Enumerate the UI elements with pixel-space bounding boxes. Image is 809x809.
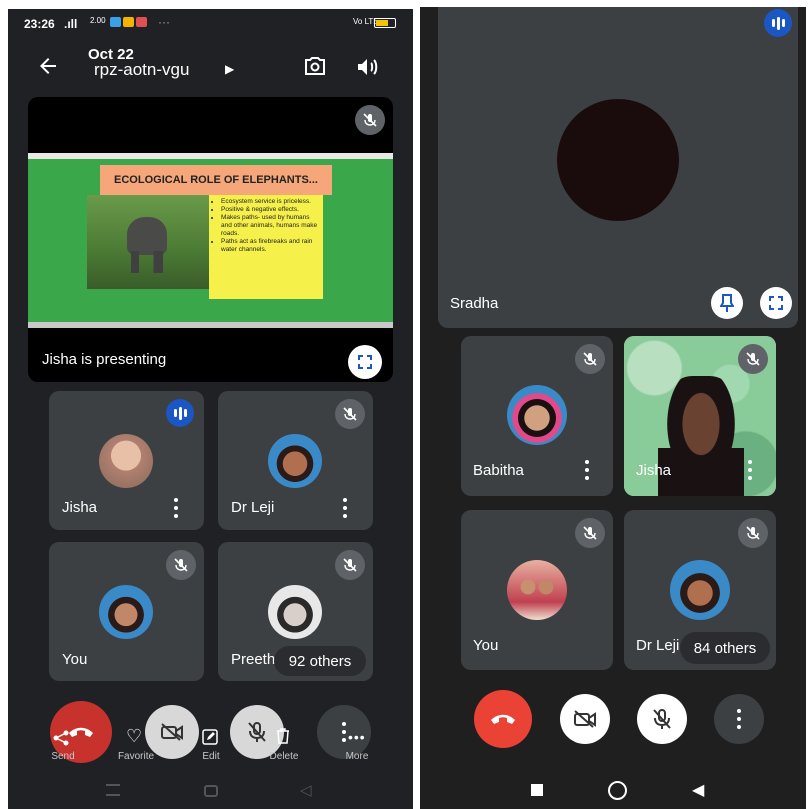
switch-camera-icon[interactable] bbox=[302, 54, 328, 78]
edit-icon[interactable] bbox=[202, 729, 218, 750]
pin-icon[interactable] bbox=[711, 287, 743, 319]
mic-off-icon bbox=[335, 399, 365, 429]
participant-name: Dr Leji bbox=[231, 499, 275, 516]
participant-tile-sradha[interactable]: Sradha bbox=[438, 7, 798, 328]
slide-browser-bar bbox=[28, 153, 393, 159]
avatar bbox=[99, 585, 153, 639]
fullscreen-icon[interactable] bbox=[760, 287, 792, 319]
delete-icon[interactable] bbox=[276, 728, 290, 749]
slide-taskbar bbox=[28, 322, 393, 328]
speaking-indicator-icon bbox=[166, 399, 194, 427]
others-count-chip[interactable]: 92 others bbox=[274, 646, 366, 676]
avatar bbox=[268, 434, 322, 488]
avatar bbox=[507, 385, 567, 445]
slide-bullets: Ecosystem service is priceless. Positive… bbox=[213, 198, 319, 254]
chevron-right-icon[interactable]: ▶ bbox=[225, 62, 234, 76]
more-options-icon[interactable] bbox=[745, 460, 755, 480]
participant-name: Jisha bbox=[636, 462, 672, 479]
more-options-icon[interactable] bbox=[582, 460, 592, 480]
favorite-label[interactable]: Favorite bbox=[112, 751, 160, 762]
left-phone-screen: 23:26 .ıll 2.00 ··· Vo LTE Oct 22 rpz-ao… bbox=[8, 9, 413, 809]
mic-off-icon bbox=[166, 550, 196, 580]
mic-off-icon bbox=[355, 105, 385, 135]
delete-label[interactable]: Delete bbox=[264, 751, 304, 762]
battery-icon bbox=[374, 18, 396, 28]
presentation-slide: ECOLOGICAL ROLE OF ELEPHANTS... Ecosyste… bbox=[28, 153, 393, 328]
slide-bullets-box: Ecosystem service is priceless. Positive… bbox=[209, 195, 323, 299]
notification-icons bbox=[110, 17, 147, 27]
participant-tile-dr-leji[interactable]: Dr Leji bbox=[218, 391, 373, 530]
mic-off-icon bbox=[335, 550, 365, 580]
bullet-2: Positive & negative effects. bbox=[221, 206, 319, 214]
participant-name: Sradha bbox=[450, 295, 499, 312]
bullet-4: Paths act as firebreaks and rain water c… bbox=[221, 238, 319, 254]
more-label[interactable]: More bbox=[340, 751, 374, 762]
status-bar: 23:26 .ıll 2.00 ··· Vo LTE bbox=[8, 9, 413, 35]
slide-title: ECOLOGICAL ROLE OF ELEPHANTS... bbox=[114, 174, 318, 186]
edit-label[interactable]: Edit bbox=[194, 751, 228, 762]
recents-nav-icon[interactable] bbox=[106, 784, 120, 796]
meeting-code[interactable]: rpz-aotn-vgu bbox=[94, 60, 189, 80]
elephant-legs bbox=[131, 251, 163, 273]
participant-tile-preeth[interactable]: Preeth 92 others bbox=[218, 542, 373, 681]
mic-off-button[interactable] bbox=[637, 694, 687, 744]
status-more-dots: ··· bbox=[158, 15, 170, 29]
home-nav-icon[interactable] bbox=[204, 785, 218, 797]
more-options-icon[interactable] bbox=[171, 498, 181, 518]
back-arrow-icon[interactable] bbox=[36, 54, 60, 78]
send-label[interactable]: Send bbox=[46, 751, 80, 762]
back-nav-icon[interactable]: ◁ bbox=[300, 781, 312, 799]
bullet-3: Makes paths- used by humans and other an… bbox=[221, 214, 319, 238]
avatar bbox=[670, 560, 730, 620]
more-options-button[interactable] bbox=[714, 694, 764, 744]
speaking-indicator-icon bbox=[764, 9, 792, 37]
mic-off-icon bbox=[738, 518, 768, 548]
avatar bbox=[507, 560, 567, 620]
participant-tile-you[interactable]: You bbox=[49, 542, 204, 681]
participant-tile-dr-leji[interactable]: Dr Leji 84 others bbox=[624, 510, 776, 670]
presentation-tile[interactable]: ECOLOGICAL ROLE OF ELEPHANTS... Ecosyste… bbox=[28, 97, 393, 382]
avatar bbox=[557, 99, 679, 221]
share-icon[interactable] bbox=[52, 729, 70, 752]
more-dots-icon bbox=[734, 709, 744, 729]
participant-name: Babitha bbox=[473, 462, 524, 479]
more-options-icon[interactable] bbox=[340, 498, 350, 518]
elephant-shape bbox=[127, 217, 167, 255]
mic-off-icon bbox=[575, 518, 605, 548]
slide-title-box: ECOLOGICAL ROLE OF ELEPHANTS... bbox=[100, 165, 332, 195]
others-count-chip[interactable]: 84 others bbox=[680, 632, 770, 664]
heart-icon[interactable]: ♡ bbox=[126, 726, 142, 747]
recents-nav-icon[interactable] bbox=[531, 784, 543, 796]
home-nav-icon[interactable] bbox=[608, 781, 627, 800]
bullet-1: Ecosystem service is priceless. bbox=[221, 198, 319, 206]
mic-off-icon bbox=[575, 344, 605, 374]
back-nav-icon[interactable]: ◀ bbox=[692, 780, 704, 800]
participant-tile-jisha[interactable]: Jisha bbox=[49, 391, 204, 530]
participant-name: Jisha bbox=[62, 499, 98, 516]
avatar bbox=[99, 434, 153, 488]
participant-tile-jisha-video[interactable]: Jisha bbox=[624, 336, 776, 496]
net-speed: 2.00 bbox=[90, 16, 106, 25]
right-phone-screen: Sradha Babitha Jisha You Dr Leji 84 othe… bbox=[420, 7, 806, 809]
participant-tile-you[interactable]: You bbox=[461, 510, 613, 670]
elephant-photo bbox=[87, 195, 209, 289]
end-call-button[interactable] bbox=[474, 690, 532, 748]
speaker-icon[interactable] bbox=[355, 55, 379, 79]
mic-off-icon bbox=[738, 344, 768, 374]
presenter-label: Jisha is presenting bbox=[42, 351, 167, 368]
fullscreen-icon[interactable] bbox=[348, 345, 382, 379]
participant-name: You bbox=[473, 637, 499, 654]
signal-icon: .ıll bbox=[64, 17, 78, 31]
participant-name: You bbox=[62, 651, 88, 668]
participant-tile-babitha[interactable]: Babitha bbox=[461, 336, 613, 496]
participant-name: Dr Leji bbox=[636, 637, 680, 654]
status-time: 23:26 bbox=[24, 17, 55, 31]
more-dots-icon[interactable]: ••• bbox=[348, 729, 366, 745]
camera-off-button[interactable] bbox=[560, 694, 610, 744]
participant-name: Preeth bbox=[231, 651, 276, 668]
avatar bbox=[268, 585, 322, 639]
